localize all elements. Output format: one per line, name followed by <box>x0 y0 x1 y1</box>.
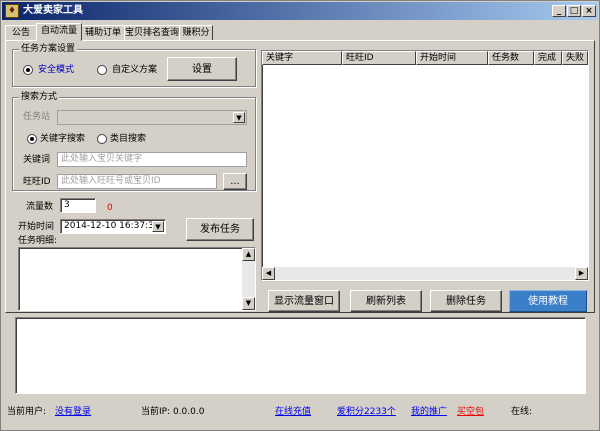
scroll-up-icon[interactable]: ▲ <box>242 248 255 261</box>
scheme-group: 任务方案设置 安全模式 自定义方案 设置 <box>12 43 256 87</box>
keyword-input[interactable]: 此处输入宝贝关键字 <box>57 152 247 167</box>
task-list-header: 关键字 旺旺ID 开始时间 任务数 完成 失败 <box>262 51 588 65</box>
task-site-select: ▼ <box>57 110 247 125</box>
publish-task-button[interactable]: 发布任务 <box>186 218 254 241</box>
app-window: ♦ 大爱卖家工具 _ □ × 公告 自动流量 辅助订单 宝贝排名查询 赚积分 任… <box>0 0 600 431</box>
task-list-hscrollbar[interactable]: ◀ ▶ <box>262 267 588 280</box>
browse-button[interactable]: ... <box>223 173 247 190</box>
close-button[interactable]: × <box>582 5 596 17</box>
current-ip: 当前IP: 0.0.0.0 <box>141 407 205 417</box>
buy-points-link[interactable]: 买空包 <box>457 406 484 418</box>
scroll-left-icon[interactable]: ◀ <box>262 267 275 280</box>
promote-link[interactable]: 我的推广 <box>411 406 447 418</box>
status-bar: 当前用户: 没有登录 当前IP: 0.0.0.0 在线充值 爱积分2233个 我… <box>1 401 599 421</box>
traffic-count-label: 流量数 <box>26 202 54 212</box>
task-detail-textarea[interactable]: ▲ ▼ <box>18 247 256 311</box>
refresh-list-button[interactable]: 刷新列表 <box>350 290 422 312</box>
category-search-label[interactable]: 类目搜索 <box>110 133 146 145</box>
column-failed[interactable]: 失败 <box>562 51 588 65</box>
task-site-label: 任务站 <box>23 112 51 122</box>
start-time-value: 2014-12-10 16:37:34 <box>64 221 160 231</box>
category-search-radio[interactable] <box>97 134 107 144</box>
points-link[interactable]: 爱积分2233个 <box>337 406 396 418</box>
keyword-label: 关键词 <box>23 155 51 165</box>
tutorial-button[interactable]: 使用教程 <box>509 290 587 312</box>
window-title: 大爱卖家工具 <box>23 5 83 16</box>
show-traffic-window-button[interactable]: 显示流量窗口 <box>268 290 340 312</box>
scheme-settings-button[interactable]: 设置 <box>167 57 237 81</box>
column-start-time[interactable]: 开始时间 <box>416 51 488 65</box>
traffic-count-input[interactable]: 3 <box>60 198 96 213</box>
tab-announcement[interactable]: 公告 <box>5 25 37 41</box>
title-bar[interactable]: ♦ 大爱卖家工具 _ □ × <box>2 2 598 20</box>
auto-traffic-panel: 任务方案设置 安全模式 自定义方案 设置 搜索方式 任务站 ▼ 关键字搜索 类目… <box>5 40 595 313</box>
login-link[interactable]: 没有登录 <box>55 406 91 418</box>
safe-mode-label[interactable]: 安全模式 <box>38 64 74 76</box>
tab-auto-traffic[interactable]: 自动流量 <box>36 23 82 41</box>
start-time-label: 开始时间 <box>18 222 55 232</box>
scheme-group-label: 任务方案设置 <box>19 43 78 55</box>
app-icon: ♦ <box>5 4 19 18</box>
traffic-count-value: 0 <box>107 203 113 213</box>
tab-earn-points[interactable]: 赚积分 <box>179 25 213 41</box>
wangwang-label: 旺旺ID <box>23 177 51 187</box>
log-output[interactable] <box>15 317 586 394</box>
current-user-label: 当前用户: <box>7 407 47 417</box>
custom-scheme-radio[interactable] <box>97 65 107 75</box>
custom-scheme-label[interactable]: 自定义方案 <box>112 64 157 76</box>
chevron-down-icon: ▼ <box>233 112 245 123</box>
minimize-button[interactable]: _ <box>552 5 566 17</box>
task-list[interactable]: 关键字 旺旺ID 开始时间 任务数 完成 失败 ◀ ▶ <box>261 50 589 281</box>
tab-assist-order[interactable]: 辅助订单 <box>81 25 125 41</box>
safe-mode-radio[interactable] <box>23 65 33 75</box>
recharge-link[interactable]: 在线充值 <box>275 406 311 418</box>
column-completed[interactable]: 完成 <box>534 51 562 65</box>
maximize-button[interactable]: □ <box>567 5 581 17</box>
tab-rank-query[interactable]: 宝贝排名查询 <box>124 25 180 41</box>
chevron-down-icon[interactable]: ▼ <box>152 221 164 232</box>
scroll-down-icon[interactable]: ▼ <box>242 297 255 310</box>
search-group-label: 搜索方式 <box>19 91 60 103</box>
search-group: 搜索方式 任务站 ▼ 关键字搜索 类目搜索 关键词 此处输入宝贝关键字 旺旺ID… <box>12 91 256 191</box>
keyword-search-radio[interactable] <box>27 134 37 144</box>
start-time-picker[interactable]: 2014-12-10 16:37:34 ▼ <box>60 219 166 234</box>
column-keyword[interactable]: 关键字 <box>262 51 342 65</box>
task-detail-label: 任务明细: <box>18 236 58 246</box>
wangwang-input[interactable]: 此处输入旺旺号或宝贝ID <box>57 174 217 189</box>
task-detail-scrollbar[interactable]: ▲ ▼ <box>242 248 255 310</box>
column-task-count[interactable]: 任务数 <box>488 51 534 65</box>
keyword-search-label[interactable]: 关键字搜索 <box>40 133 85 145</box>
online-label: 在线: <box>511 407 533 417</box>
scroll-right-icon[interactable]: ▶ <box>575 267 588 280</box>
column-wangwang-id[interactable]: 旺旺ID <box>342 51 416 65</box>
delete-task-button[interactable]: 删除任务 <box>430 290 502 312</box>
